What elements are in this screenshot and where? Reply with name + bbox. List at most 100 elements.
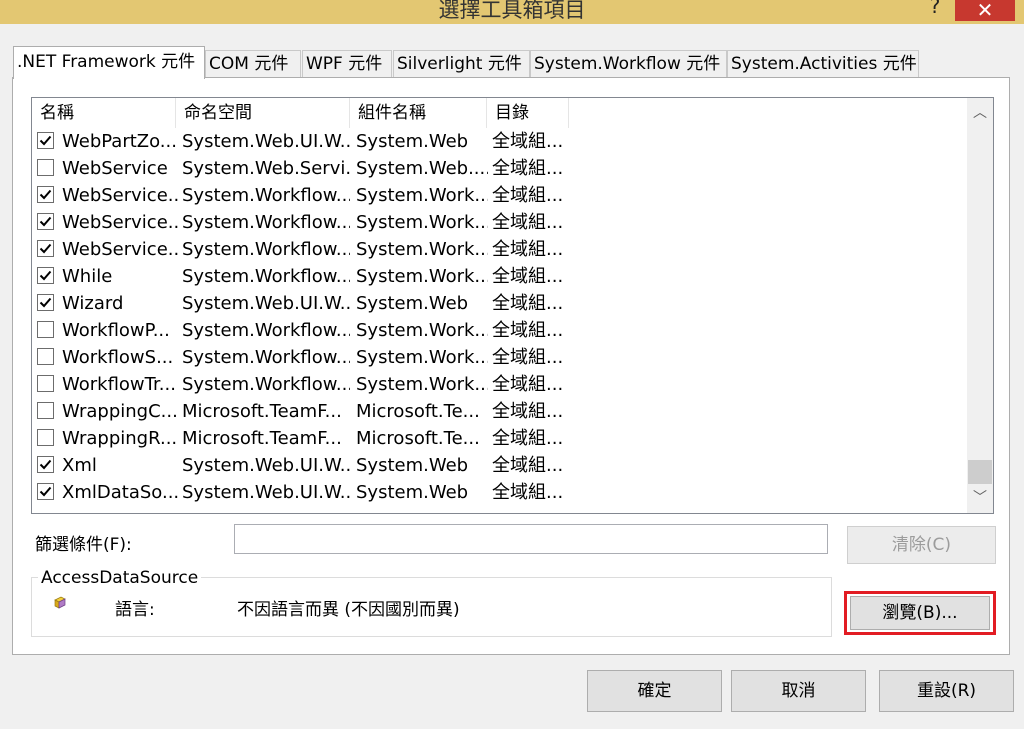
- table-row[interactable]: WebPartZo... System.Web.UI.W... System.Web…: [32, 128, 972, 155]
- clear-button[interactable]: 清除(C): [847, 526, 996, 564]
- table-row[interactable]: Wizard System.Web.UI.W... System.Web 全域組...: [32, 290, 972, 317]
- cell-namespace: System.Web.Servi...: [182, 158, 350, 179]
- checkbox-checked[interactable]: [37, 483, 54, 500]
- cell-namespace: System.Workflow....: [182, 374, 350, 395]
- column-header-assembly[interactable]: 組件名稱: [350, 98, 487, 128]
- table-row[interactable]: WebService System.Web.Servi... System.Web.…: [32, 155, 972, 182]
- scroll-down-icon[interactable]: ﹀: [967, 483, 993, 513]
- table-row[interactable]: While System.Workflow.... System.Work... 全域…: [32, 263, 972, 290]
- cell-assembly: System.Work...: [356, 266, 488, 287]
- list-header: 名稱 命名空間 組件名稱 目錄: [32, 98, 972, 128]
- filter-input[interactable]: [234, 524, 828, 554]
- table-row[interactable]: WebService... System.Workflow.... System.W…: [32, 182, 972, 209]
- cell-dir: 全域組...: [492, 131, 564, 152]
- checkbox-checked[interactable]: [37, 186, 54, 203]
- tab-wpf[interactable]: WPF 元件: [302, 50, 392, 77]
- table-row[interactable]: WrappingR... Microsoft.TeamF... Microsoft.…: [32, 425, 972, 452]
- close-button[interactable]: ✕: [955, 0, 1015, 21]
- cell-assembly: System.Work...: [356, 212, 488, 233]
- ok-button[interactable]: 確定: [587, 670, 722, 712]
- checkbox-checked[interactable]: [37, 456, 54, 473]
- column-header-namespace[interactable]: 命名空間: [176, 98, 350, 128]
- checkbox-unchecked[interactable]: [37, 402, 54, 419]
- window-title: 選擇工具箱項目: [438, 0, 586, 22]
- cell-namespace: System.Workflow....: [182, 185, 350, 206]
- cell-name: WebPartZo...: [62, 131, 177, 152]
- table-row[interactable]: WebService... System.Workflow.... System.W…: [32, 236, 972, 263]
- cell-dir: 全域組...: [492, 185, 564, 206]
- cell-name: WrappingC...: [62, 401, 178, 422]
- tab-system-activities[interactable]: System.Activities 元件: [727, 50, 919, 77]
- table-row[interactable]: WebService... System.Workflow.... System.W…: [32, 209, 972, 236]
- vertical-scrollbar[interactable]: ︿ ﹀: [967, 98, 993, 513]
- table-row[interactable]: WrappingC... Microsoft.TeamF... Microsoft.…: [32, 398, 972, 425]
- cell-assembly: System.Work...: [356, 347, 488, 368]
- tab-system-workflow[interactable]: System.Workflow 元件: [530, 50, 727, 77]
- checkbox-unchecked[interactable]: [37, 429, 54, 446]
- scroll-thumb[interactable]: [968, 460, 992, 484]
- column-header-directory[interactable]: 目錄: [487, 98, 569, 128]
- cell-assembly: System.Web: [356, 455, 469, 476]
- table-row[interactable]: WorkflowP... System.Workflow.... System.Wo…: [32, 317, 972, 344]
- cell-assembly: Microsoft.Te...: [356, 428, 480, 449]
- cell-namespace: System.Workflow....: [182, 347, 350, 368]
- cell-assembly: System.Work...: [356, 374, 488, 395]
- cell-dir: 全域組...: [492, 428, 564, 449]
- cell-dir: 全域組...: [492, 455, 564, 476]
- browse-button[interactable]: 瀏覽(B)...: [850, 596, 990, 630]
- column-header-name[interactable]: 名稱: [32, 98, 176, 128]
- cell-name: XmlDataSo...: [62, 482, 178, 503]
- cell-dir: 全域組...: [492, 158, 564, 179]
- scroll-up-icon[interactable]: ︿: [967, 98, 993, 128]
- cell-name: WrappingR...: [62, 428, 178, 449]
- cell-namespace: System.Workflow....: [182, 320, 350, 341]
- cell-assembly: System.Work...: [356, 185, 488, 206]
- cell-dir: 全域組...: [492, 401, 564, 422]
- tab-net-framework[interactable]: .NET Framework 元件: [13, 46, 205, 79]
- checkbox-checked[interactable]: [37, 294, 54, 311]
- cell-namespace: System.Web.UI.W...: [182, 293, 350, 314]
- cell-name: WorkflowP...: [62, 320, 170, 341]
- cell-name: WorkflowTr...: [62, 374, 176, 395]
- cell-assembly: System.Work...: [356, 239, 488, 260]
- table-row[interactable]: WorkflowTr... System.Workflow.... System.W…: [32, 371, 972, 398]
- cell-namespace: System.Workflow....: [182, 266, 350, 287]
- component-list[interactable]: 名稱 命名空間 組件名稱 目錄 WebPartZo... System.Web.U…: [31, 97, 994, 514]
- cell-namespace: System.Web.UI.W...: [182, 455, 350, 476]
- cell-name: WebService...: [62, 212, 178, 233]
- cell-assembly: System.Web: [356, 482, 469, 503]
- cancel-button[interactable]: 取消: [731, 670, 866, 712]
- checkbox-unchecked[interactable]: [37, 348, 54, 365]
- checkbox-checked[interactable]: [37, 240, 54, 257]
- checkbox-checked[interactable]: [37, 132, 54, 149]
- cell-assembly: System.Web: [356, 131, 469, 152]
- checkbox-unchecked[interactable]: [37, 321, 54, 338]
- table-row[interactable]: XmlDataSo... System.Web.UI.W... System.Web…: [32, 479, 972, 506]
- cell-name: Xml: [62, 455, 97, 476]
- checkbox-checked[interactable]: [37, 213, 54, 230]
- language-label: 語言:: [115, 600, 155, 620]
- tab-com[interactable]: COM 元件: [205, 50, 301, 77]
- help-button[interactable]: ?: [922, 0, 948, 18]
- language-value: 不因語言而異 (不因國別而異): [237, 600, 460, 620]
- cell-dir: 全域組...: [492, 347, 564, 368]
- cell-dir: 全域組...: [492, 266, 564, 287]
- table-row[interactable]: WorkflowS... System.Workflow.... System.Wo…: [32, 344, 972, 371]
- cell-dir: 全域組...: [492, 293, 564, 314]
- cell-namespace: Microsoft.TeamF...: [182, 428, 342, 449]
- checkbox-unchecked[interactable]: [37, 159, 54, 176]
- checkbox-checked[interactable]: [37, 267, 54, 284]
- checkbox-unchecked[interactable]: [37, 375, 54, 392]
- cell-dir: 全域組...: [492, 482, 564, 503]
- cell-assembly: System.Work...: [356, 320, 488, 341]
- table-row[interactable]: Xml System.Web.UI.W... System.Web 全域組...: [32, 452, 972, 479]
- details-group-title: AccessDataSource: [38, 568, 202, 588]
- title-bar: 選擇工具箱項目 ? ✕: [0, 0, 1024, 24]
- cell-assembly: Microsoft.Te...: [356, 401, 480, 422]
- cell-name: Wizard: [62, 293, 124, 314]
- filter-label: 篩選條件(F):: [35, 535, 132, 555]
- component-icon: [52, 594, 68, 610]
- tab-silverlight[interactable]: Silverlight 元件: [393, 50, 530, 77]
- cell-name: While: [62, 266, 113, 287]
- reset-button[interactable]: 重設(R): [879, 670, 1014, 712]
